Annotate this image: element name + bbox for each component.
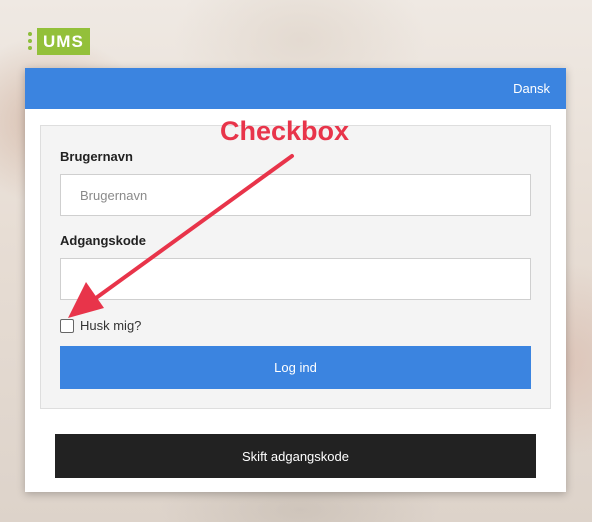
login-button[interactable]: Log ind — [60, 346, 531, 389]
username-input[interactable] — [60, 174, 531, 216]
remember-me-checkbox[interactable] — [60, 318, 74, 333]
username-label: Brugernavn — [60, 149, 133, 164]
language-selector[interactable]: Dansk — [513, 81, 550, 96]
login-form: Brugernavn Adgangskode Husk mig? Log ind — [40, 125, 551, 409]
change-password-button[interactable]: Skift adgangskode — [55, 434, 536, 478]
password-input[interactable] — [60, 258, 531, 300]
ums-logo: UMS — [28, 24, 90, 58]
logo-text: UMS — [37, 27, 90, 55]
logo-dots — [28, 32, 32, 50]
password-label: Adgangskode — [60, 233, 146, 248]
annotation-label: Checkbox — [220, 116, 350, 146]
card-header: Dansk — [25, 68, 566, 109]
remember-me[interactable]: Husk mig? — [60, 318, 141, 333]
remember-me-label: Husk mig? — [80, 318, 142, 333]
